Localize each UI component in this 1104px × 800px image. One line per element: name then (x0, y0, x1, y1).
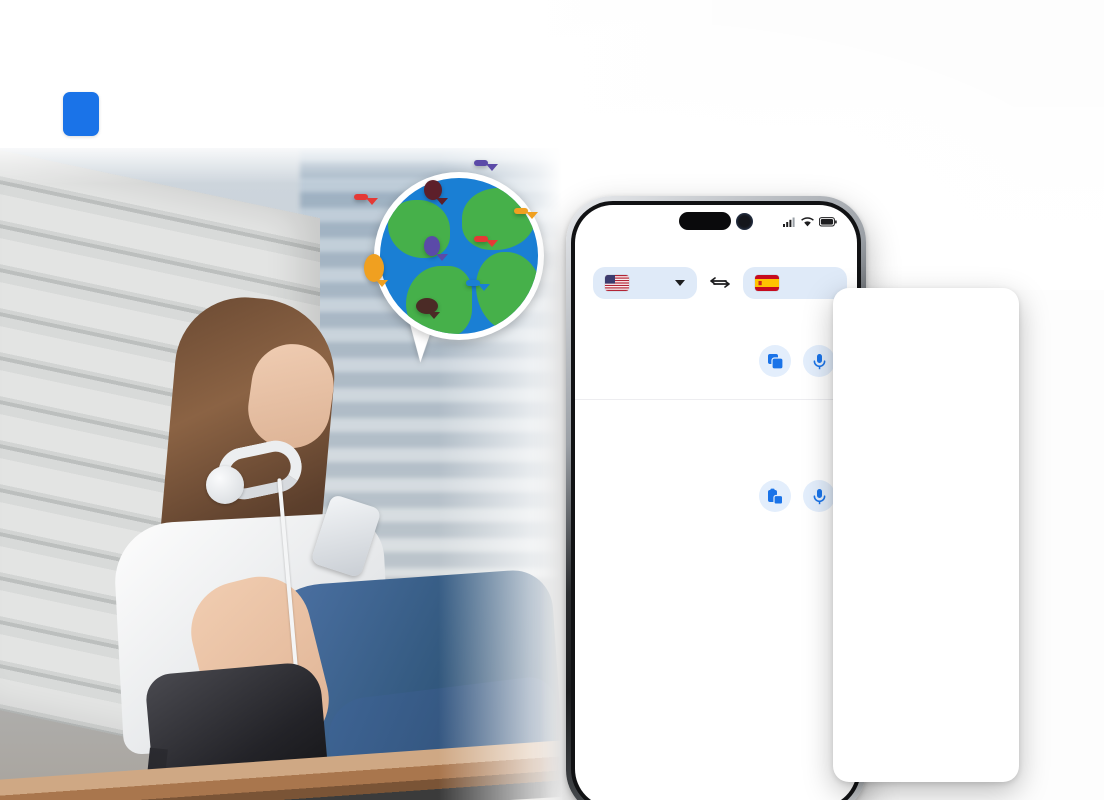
phone-bezel (571, 201, 861, 800)
greeting-bubble-oi (416, 298, 440, 319)
signal-icon (783, 217, 795, 227)
copy-icon (767, 353, 784, 370)
greeting-bubble-hi (474, 236, 498, 247)
phone-screen (575, 205, 857, 800)
dynamic-island (679, 212, 753, 230)
battery-icon (819, 217, 837, 227)
microphone-icon (813, 488, 825, 504)
world-languages-globe (352, 158, 570, 370)
us-flag-icon (605, 275, 629, 291)
es-flag-icon (755, 275, 779, 291)
dynamic-island-pill (679, 212, 731, 230)
paste-button[interactable] (759, 480, 791, 512)
wifi-icon (801, 217, 814, 227)
globe-icon (374, 172, 544, 340)
status-icons (783, 217, 837, 227)
greeting-bubble-ciao (474, 160, 498, 171)
microphone-icon (813, 353, 825, 369)
output-panel-actions (575, 426, 857, 512)
source-panel-actions (575, 319, 857, 377)
app-title (575, 239, 857, 251)
status-bar (575, 205, 857, 239)
swap-languages-button[interactable] (707, 275, 733, 291)
greeting-bubble-hallo (424, 180, 448, 205)
copy-button[interactable] (759, 345, 791, 377)
source-microphone-button[interactable] (803, 345, 835, 377)
promo-screenshot (0, 0, 1104, 800)
language-dropdown[interactable] (833, 288, 1019, 782)
chevron-down-icon[interactable] (675, 280, 685, 286)
paste-icon (767, 488, 783, 505)
target-language-selector[interactable] (743, 267, 847, 299)
front-camera-icon (736, 212, 753, 230)
swap-arrows-icon (710, 277, 730, 288)
greeting-bubble-hello (354, 194, 378, 205)
translated-text-panel (575, 400, 857, 426)
greeting-bubble-salut (466, 280, 490, 291)
globe-landmass (476, 252, 538, 332)
output-microphone-button[interactable] (803, 480, 835, 512)
greeting-bubble-nihao (424, 236, 448, 261)
greeting-bubble-namaste (514, 208, 538, 219)
phone-mockup (566, 196, 866, 800)
globe-landmass (462, 188, 536, 250)
subtitle-badge (63, 92, 99, 136)
source-text-panel[interactable] (575, 299, 857, 319)
source-language-selector[interactable] (593, 267, 697, 299)
greeting-bubble-hola (364, 254, 388, 287)
language-selector-row (575, 251, 857, 299)
